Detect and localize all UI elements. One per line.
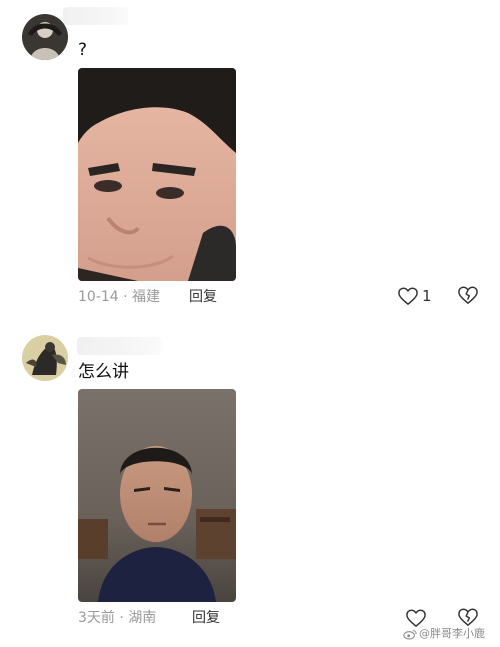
comment-meta: 3天前 · 湖南 (78, 609, 156, 627)
broken-heart-icon (458, 286, 478, 304)
comment-photo[interactable] (78, 389, 236, 602)
selfie-image (78, 68, 236, 281)
comment-text: ? (78, 40, 88, 60)
comment-photo[interactable] (78, 68, 236, 281)
like-button[interactable]: 1 (397, 285, 432, 307)
like-count: 1 (422, 287, 432, 305)
meta-separator: · (123, 289, 128, 305)
broken-heart-icon (458, 608, 478, 626)
comment-meta: 10-14 · 福建 (78, 288, 160, 306)
comment-location: 福建 (132, 289, 161, 305)
reply-button[interactable]: 回复 (192, 609, 220, 627)
avatar[interactable] (22, 335, 68, 381)
avatar[interactable] (22, 14, 68, 60)
dislike-button[interactable] (457, 285, 479, 307)
username-redacted[interactable] (77, 337, 162, 355)
heart-outline-icon (406, 609, 426, 627)
like-button[interactable] (405, 607, 430, 629)
comment-location: 湖南 (128, 610, 157, 626)
comment-date: 10-14 (78, 289, 119, 305)
avatar-image (22, 14, 68, 60)
comment-item: ? 10-14 · 福建 回复 1 (0, 0, 500, 320)
meta-separator: · (119, 610, 124, 626)
comment-date: 3天前 (78, 610, 115, 626)
heart-outline-icon (398, 287, 418, 305)
watermark: @胖哥李小鹿 (403, 627, 485, 641)
selfie-image (78, 389, 236, 602)
username-redacted[interactable] (63, 7, 128, 25)
avatar-image (22, 335, 68, 381)
dislike-button[interactable] (457, 607, 479, 629)
weibo-logo-icon (403, 629, 417, 640)
comment-item: 怎么讲 3天前 · 湖南 回复 (0, 320, 500, 647)
watermark-text: @胖哥李小鹿 (419, 627, 485, 640)
reply-button[interactable]: 回复 (189, 288, 217, 306)
comment-text: 怎么讲 (78, 362, 129, 382)
